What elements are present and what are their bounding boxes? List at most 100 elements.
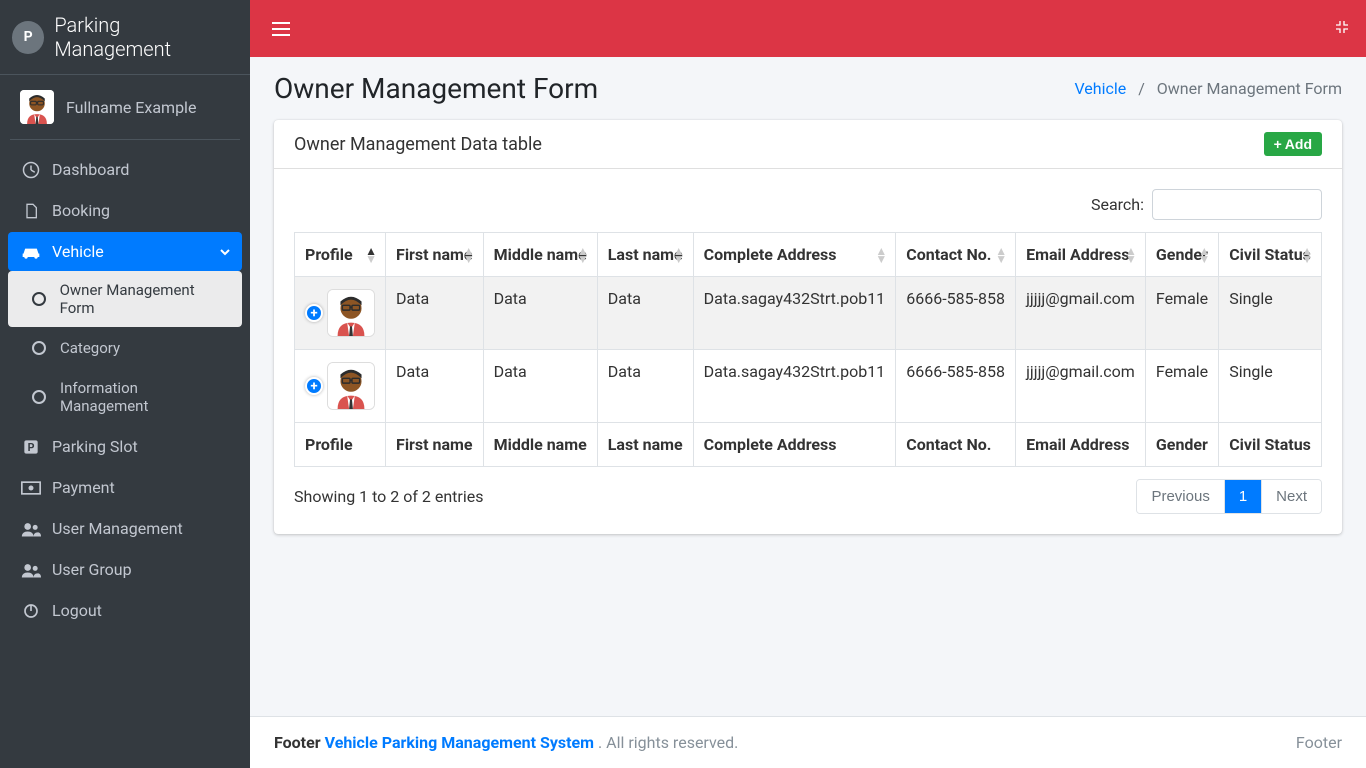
foot-email: Email Address (1016, 423, 1146, 467)
svg-text:P: P (28, 441, 35, 454)
user-panel[interactable]: Fullname Example (10, 75, 240, 140)
cell-profile: + (295, 350, 386, 423)
sidebar-item-label: Parking Slot (52, 437, 138, 456)
foot-address: Complete Address (693, 423, 896, 467)
circle-icon (28, 341, 50, 355)
page-prev[interactable]: Previous (1137, 480, 1224, 513)
footer-link[interactable]: Vehicle Parking Management System (325, 733, 598, 752)
sort-icon: ▲▼ (673, 247, 685, 263)
users-icon (20, 562, 42, 578)
fullscreen-toggle[interactable] (1334, 19, 1350, 39)
cell-gender: Female (1145, 350, 1218, 423)
circle-icon (28, 390, 50, 404)
cell-contact: 6666-585-858 (896, 277, 1016, 350)
cell-address: Data.sagay432Strt.pob11 (693, 350, 896, 423)
menu-toggle[interactable] (266, 22, 296, 36)
table-row: + Data Data Data Data.sagay432Strt.pob11… (295, 277, 1322, 350)
card-title: Owner Management Data table (294, 134, 542, 155)
sidebar-item-vehicle[interactable]: Vehicle (8, 232, 242, 271)
foot-middle-name: Middle name (483, 423, 597, 467)
sidebar-item-label: Information Management (60, 379, 230, 415)
sidebar-item-label: Owner Management Form (60, 281, 230, 317)
col-middle-name[interactable]: Middle name▲▼ (483, 233, 597, 277)
nav-menu: Dashboard Booking Vehicle (0, 150, 250, 632)
search-row: Search: (294, 189, 1322, 220)
foot-first-name: First name (386, 423, 484, 467)
cell-middle-name: Data (483, 350, 597, 423)
search-input[interactable] (1152, 189, 1322, 220)
owner-data-table: Profile▲▼ First name▲▼ Middle name▲▼ Las… (294, 232, 1322, 467)
sidebar-item-category[interactable]: Category (8, 329, 242, 367)
dashboard-icon (20, 161, 42, 179)
profile-avatar (327, 362, 375, 410)
sidebar-item-label: User Management (52, 519, 183, 538)
breadcrumb-separator: / (1138, 79, 1145, 98)
col-profile[interactable]: Profile▲▼ (295, 233, 386, 277)
pagination: Previous 1 Next (1136, 479, 1322, 514)
foot-contact: Contact No. (896, 423, 1016, 467)
col-first-name[interactable]: First name▲▼ (386, 233, 484, 277)
sidebar-item-label: Payment (52, 478, 115, 497)
money-icon (20, 481, 42, 495)
add-button[interactable]: + Add (1264, 132, 1322, 156)
sidebar-item-user-management[interactable]: User Management (8, 509, 242, 548)
sort-icon: ▲▼ (875, 247, 887, 263)
sidebar-item-label: User Group (52, 560, 132, 579)
footer-suffix: . All rights reserved. (598, 733, 738, 752)
brand[interactable]: P Parking Management (0, 0, 250, 75)
search-label: Search: (1091, 195, 1144, 214)
sidebar-item-owner-management[interactable]: Owner Management Form (8, 271, 242, 327)
showing-text: Showing 1 to 2 of 2 entries (294, 487, 483, 506)
sidebar-item-logout[interactable]: Logout (8, 591, 242, 630)
user-avatar (20, 90, 54, 124)
cell-last-name: Data (597, 277, 693, 350)
topbar (250, 0, 1366, 57)
users-icon (20, 521, 42, 537)
col-last-name[interactable]: Last name▲▼ (597, 233, 693, 277)
page-1[interactable]: 1 (1225, 480, 1262, 513)
cell-middle-name: Data (483, 277, 597, 350)
sort-icon: ▲▼ (995, 247, 1007, 263)
foot-civil-status: Civil Status (1219, 423, 1322, 467)
cell-email: jjjjj@gmail.com (1016, 277, 1146, 350)
chevron-down-icon (220, 242, 230, 261)
breadcrumb: Vehicle / Owner Management Form (1074, 79, 1342, 98)
circle-icon (28, 292, 50, 306)
sidebar-item-user-group[interactable]: User Group (8, 550, 242, 589)
sort-icon: ▲▼ (1301, 247, 1313, 263)
brand-title: Parking Management (54, 13, 238, 61)
col-address[interactable]: Complete Address▲▼ (693, 233, 896, 277)
sidebar-item-dashboard[interactable]: Dashboard (8, 150, 242, 189)
plus-icon: + (1274, 136, 1282, 152)
sidebar-item-label: Vehicle (52, 242, 104, 261)
content-header: Owner Management Form Vehicle / Owner Ma… (250, 57, 1366, 120)
cell-last-name: Data (597, 350, 693, 423)
col-civil-status[interactable]: Civil Status▲▼ (1219, 233, 1322, 277)
compress-icon (1334, 19, 1350, 35)
row-expand-button[interactable]: + (305, 377, 323, 395)
col-email[interactable]: Email Address▲▼ (1016, 233, 1146, 277)
sidebar-item-parking-slot[interactable]: P Parking Slot (8, 427, 242, 466)
sidebar-item-booking[interactable]: Booking (8, 191, 242, 230)
profile-avatar (327, 289, 375, 337)
col-gender[interactable]: Gender▲▼ (1145, 233, 1218, 277)
sidebar: P Parking Management Fullname Example Da… (0, 0, 250, 768)
sidebar-item-payment[interactable]: Payment (8, 468, 242, 507)
table-header-row: Profile▲▼ First name▲▼ Middle name▲▼ Las… (295, 233, 1322, 277)
footer: Footer Vehicle Parking Management System… (250, 716, 1366, 768)
sidebar-item-information-management[interactable]: Information Management (8, 369, 242, 425)
page-title: Owner Management Form (274, 72, 598, 105)
row-expand-button[interactable]: + (305, 304, 323, 322)
power-icon (20, 603, 42, 619)
data-card: Owner Management Data table + Add Search… (274, 120, 1342, 534)
page-next[interactable]: Next (1262, 480, 1321, 513)
footer-right: Footer (1296, 733, 1342, 752)
breadcrumb-link-vehicle[interactable]: Vehicle (1074, 79, 1126, 98)
col-contact[interactable]: Contact No.▲▼ (896, 233, 1016, 277)
sort-icon: ▲▼ (577, 247, 589, 263)
footer-prefix: Footer (274, 733, 325, 752)
car-icon (20, 244, 42, 260)
cell-first-name: Data (386, 277, 484, 350)
hamburger-icon (272, 28, 290, 30)
add-button-label: Add (1285, 136, 1312, 152)
